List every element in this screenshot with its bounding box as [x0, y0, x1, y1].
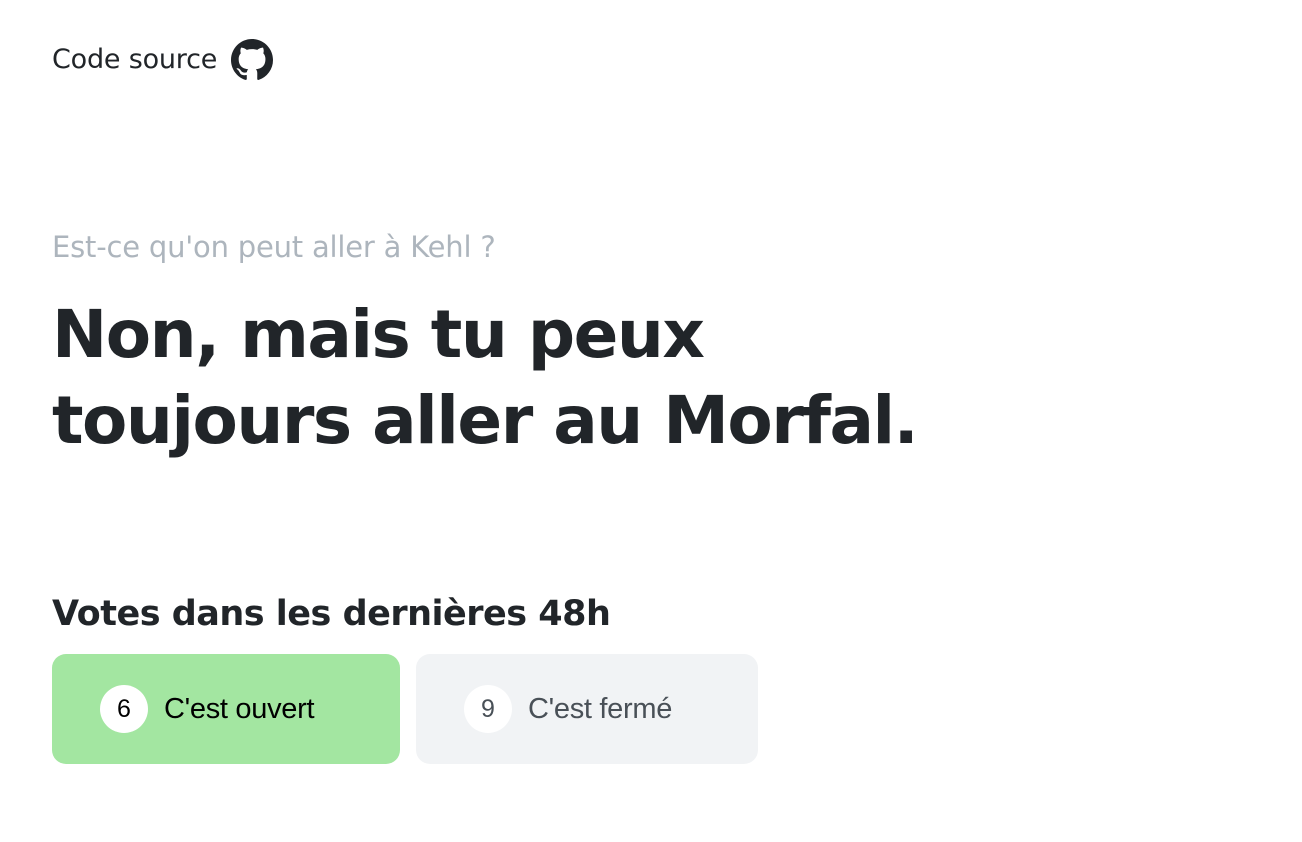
github-icon	[231, 39, 274, 81]
vote-open-button[interactable]: 6 C'est ouvert	[52, 654, 400, 764]
question-text: Est-ce qu'on peut aller à Kehl ?	[52, 230, 496, 264]
vote-closed-count: 9	[464, 685, 512, 733]
vote-closed-label: C'est fermé	[528, 693, 673, 725]
vote-open-label: C'est ouvert	[164, 693, 315, 725]
answer-line-1: Non, mais tu peux	[52, 296, 705, 373]
votes-title: Votes dans les dernières 48h	[52, 594, 611, 634]
source-code-label: Code source	[52, 44, 218, 75]
answer-heading: Non, mais tu peux toujours aller au Morf…	[52, 292, 952, 464]
vote-closed-button[interactable]: 9 C'est fermé	[416, 654, 758, 764]
vote-open-count: 6	[100, 685, 148, 733]
answer-line-2: toujours aller au Morfal.	[52, 382, 919, 459]
source-code-link[interactable]: Code source	[52, 38, 274, 82]
vote-buttons: 6 C'est ouvert 9 C'est fermé	[52, 654, 758, 764]
